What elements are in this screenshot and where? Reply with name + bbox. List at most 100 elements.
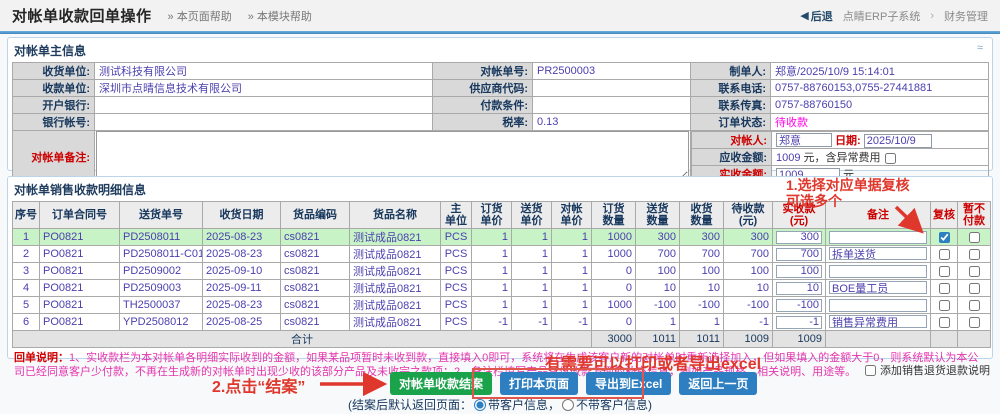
cell-delivery_no: PD2509003 [120,280,203,297]
hold-payment-checkbox-row2[interactable] [969,249,980,260]
cell-delivery_no: PD2509002 [120,263,203,280]
back-button[interactable]: ◀ 后退 [800,8,832,24]
cell-order_qty: 0 [592,314,636,331]
cell-unit: PCS [441,314,472,331]
column-header-8: 送货 单价 [512,202,552,229]
reconciler-input[interactable] [776,133,832,147]
cell-hold [958,229,991,246]
breadcrumb-app[interactable]: 点睛ERP子系统 [843,8,921,24]
column-header-13: 待收款 (元) [724,202,773,229]
cell-po: PO0821 [40,280,120,297]
radio-prefix: (结案后默认返回页面： [348,398,472,412]
received-input-row4[interactable] [776,282,822,295]
total-empty [826,331,931,348]
received-input-row5[interactable] [776,299,822,312]
column-header-15: 备注 [826,202,931,229]
column-header-6: 主 单位 [441,202,472,229]
back-page-button[interactable]: 返回上一页 [679,372,757,395]
received-input-row2[interactable] [776,248,822,261]
statement-remark-textarea[interactable] [96,131,689,181]
cell-stmt_price: 1 [552,297,592,314]
remark-input-row1[interactable] [829,231,927,244]
value-supplier-code [533,80,691,97]
main-info-panel: 对帐单主信息 ≈ 收货单位: 测试科技有限公司 对帐单号: PR2500003 … [7,37,993,171]
total-receive_qty: 1011 [680,331,724,348]
cell-delivery_qty: 100 [636,263,680,280]
label-receivable: 应收金额: [692,149,772,166]
table-row[interactable]: 1PO0821PD25080112025-08-23cs0821测试成品0821… [13,229,991,246]
table-row[interactable]: 3PO0821PD25090022025-09-10cs0821测试成品0821… [13,263,991,280]
review-checkbox-row6[interactable] [939,317,950,328]
review-checkbox-row5[interactable] [939,300,950,311]
table-row[interactable]: 4PO0821PD25090032025-09-11cs0821测试成品0821… [13,280,991,297]
review-checkbox-row3[interactable] [939,266,950,277]
breadcrumb-section[interactable]: 财务管理 [944,8,988,24]
value-tax-rate: 0.13 [533,114,691,131]
hold-payment-checkbox-row3[interactable] [969,266,980,277]
received-input-row3[interactable] [776,265,822,278]
cell-item_code: cs0821 [281,229,350,246]
cell-date: 2025-08-23 [203,246,281,263]
received-input-row6[interactable] [776,316,822,329]
remark-input-row5[interactable] [829,299,927,312]
cell-pending: 700 [724,246,773,263]
remark-input-row6[interactable] [829,315,927,328]
cell-delivery_price: 1 [512,263,552,280]
collapse-icon[interactable]: ≈ [977,43,983,54]
table-row[interactable]: 5PO0821TH25000372025-08-23cs0821测试成品0821… [13,297,991,314]
hold-payment-checkbox-row6[interactable] [969,317,980,328]
remark-input-row3[interactable] [829,265,927,278]
cell-item_name: 测试成品0821 [350,314,441,331]
cell-pending: -100 [724,297,773,314]
breadcrumb-separator: › [930,10,934,22]
cell-receive_qty: 1 [680,314,724,331]
cell-seq: 2 [13,246,40,263]
page-help-link[interactable]: » 本页面帮助 [168,8,232,24]
review-checkbox-row2[interactable] [939,249,950,260]
label-bank-account: 银行帐号: [13,114,95,131]
review-checkbox-row1[interactable] [939,232,950,243]
erp-page: 对帐单收款回单操作 » 本页面帮助 » 本模块帮助 ◀ 后退 点睛ERP子系统 … [0,0,1000,414]
cell-remark [826,314,931,331]
cell-unit: PCS [441,246,472,263]
table-row[interactable]: 2PO0821PD2508011-C012025-08-23cs0821测试成品… [13,246,991,263]
radio-without-customer[interactable] [562,399,574,411]
cell-delivery_no: PD2508011-C01 [120,246,203,263]
column-header-2: 送货单号 [120,202,203,229]
cell-date: 2025-08-23 [203,229,281,246]
cell-delivery_price: 1 [512,229,552,246]
print-page-button[interactable]: 打印本页面 [500,372,578,395]
column-header-12: 收货 数量 [680,202,724,229]
export-excel-button[interactable]: 导出到Excel [586,372,671,395]
hold-payment-checkbox-row1[interactable] [969,232,980,243]
table-row[interactable]: 6PO0821YPD25080122025-08-25cs0821测试成品082… [13,314,991,331]
remark-input-row2[interactable] [829,247,927,260]
cell-item_name: 测试成品0821 [350,246,441,263]
cell-receive_qty: -100 [680,297,724,314]
cell-order_qty: 1000 [592,246,636,263]
module-help-link[interactable]: » 本模块帮助 [248,8,312,24]
close-case-button[interactable]: 对帐单收款结案 [390,372,492,395]
review-checkbox-row4[interactable] [939,283,950,294]
hold-payment-checkbox-row5[interactable] [969,300,980,311]
cell-stmt_price: 1 [552,229,592,246]
received-input-row1[interactable] [776,231,822,244]
cell-date: 2025-09-10 [203,263,281,280]
cell-hold [958,280,991,297]
cell-unit: PCS [441,280,472,297]
cell-item_code: cs0821 [281,280,350,297]
add-return-note-toggle[interactable]: 添加销售退货退款说明 [864,362,990,378]
total-row: 合计30001011101110091009 [13,331,991,348]
label-statement-no: 对帐单号: [433,63,533,80]
hold-payment-checkbox-row4[interactable] [969,283,980,294]
add-return-note-checkbox[interactable] [865,365,876,376]
radio-with-customer[interactable] [474,399,486,411]
abnormal-fee-checkbox[interactable] [885,153,896,164]
total-empty [958,331,991,348]
add-return-note-label: 添加销售退货退款说明 [880,362,990,378]
label-bank: 开户银行: [13,97,95,114]
value-bank [95,97,433,114]
remark-input-row4[interactable] [829,281,927,294]
cell-delivery_qty: -100 [636,297,680,314]
date-input[interactable] [864,134,932,148]
